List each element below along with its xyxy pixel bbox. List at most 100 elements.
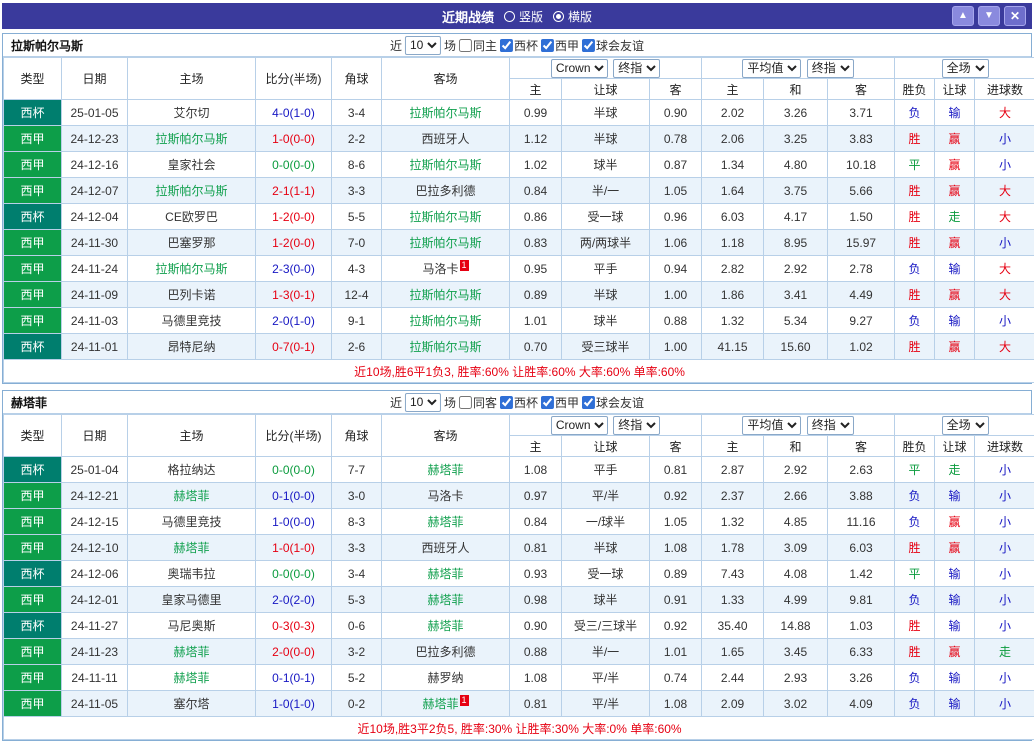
team-link[interactable]: 西班牙人 xyxy=(421,132,469,146)
avg-odds-stage-select[interactable]: 终指 xyxy=(807,59,854,78)
team-link[interactable]: 赫塔菲 xyxy=(427,463,463,477)
match-count-select[interactable]: 10 xyxy=(405,393,441,412)
same-venue-input[interactable] xyxy=(459,39,472,52)
team-link[interactable]: 赫塔菲 xyxy=(422,697,458,711)
score-cell[interactable]: 2-3(0-0) xyxy=(256,256,332,282)
avg-odds-select[interactable]: 平均值 xyxy=(742,59,801,78)
avg-away-odds-cell: 6.33 xyxy=(828,639,895,665)
team-link[interactable]: 艾尔切 xyxy=(173,106,209,120)
team-link[interactable]: 赫塔菲 xyxy=(173,671,209,685)
score-cell[interactable]: 0-0(0-0) xyxy=(256,457,332,483)
team-link[interactable]: 昂特尼纳 xyxy=(167,340,215,354)
close-button[interactable]: ✕ xyxy=(1004,6,1026,26)
team-link[interactable]: 巴拉多利德 xyxy=(415,645,475,659)
league-checkbox-liga[interactable]: 西甲 xyxy=(541,37,579,54)
team-link[interactable]: 拉斯帕尔马斯 xyxy=(409,158,481,172)
team-link[interactable]: 马洛卡 xyxy=(422,262,458,276)
match-count-select[interactable]: 10 xyxy=(405,36,441,55)
score-cell[interactable]: 0-7(0-1) xyxy=(256,334,332,360)
score-cell[interactable]: 1-0(1-0) xyxy=(256,691,332,717)
league-liga-input[interactable] xyxy=(541,396,554,409)
team-link[interactable]: 巴拉多利德 xyxy=(415,184,475,198)
team-link[interactable]: 拉斯帕尔马斯 xyxy=(155,262,227,276)
league-friendly-input[interactable] xyxy=(582,396,595,409)
team-link[interactable]: 赫塔菲 xyxy=(427,619,463,633)
same-venue-checkbox[interactable]: 同客 xyxy=(459,394,497,411)
odds-source-select[interactable]: Crown xyxy=(551,416,608,435)
team-link[interactable]: 塞尔塔 xyxy=(173,697,209,711)
team-link[interactable]: 拉斯帕尔马斯 xyxy=(409,210,481,224)
radio-horizontal-layout[interactable]: 横版 xyxy=(553,8,592,25)
team-link[interactable]: 巴塞罗那 xyxy=(167,236,215,250)
team-link[interactable]: 西班牙人 xyxy=(421,541,469,555)
team-link[interactable]: 奥瑞韦拉 xyxy=(167,567,215,581)
team-link[interactable]: CE欧罗巴 xyxy=(165,210,218,224)
score-cell[interactable]: 0-3(0-3) xyxy=(256,613,332,639)
score-cell[interactable]: 1-2(0-0) xyxy=(256,230,332,256)
team-link[interactable]: 马德里竞技 xyxy=(161,515,221,529)
team-link[interactable]: 拉斯帕尔马斯 xyxy=(155,132,227,146)
score-cell[interactable]: 2-0(0-0) xyxy=(256,639,332,665)
team-link[interactable]: 拉斯帕尔马斯 xyxy=(155,184,227,198)
team-link[interactable]: 巴列卡诺 xyxy=(167,288,215,302)
team-link[interactable]: 拉斯帕尔马斯 xyxy=(409,106,481,120)
score-cell[interactable]: 4-0(1-0) xyxy=(256,100,332,126)
radio-vertical-layout[interactable]: 竖版 xyxy=(504,8,543,25)
league-cup-input[interactable] xyxy=(500,39,513,52)
score-cell[interactable]: 0-1(0-1) xyxy=(256,665,332,691)
match-date-cell: 24-12-16 xyxy=(62,152,128,178)
match-scope-select[interactable]: 全场 xyxy=(942,416,989,435)
score-cell[interactable]: 1-2(0-0) xyxy=(256,204,332,230)
team-link[interactable]: 赫塔菲 xyxy=(173,541,209,555)
team-link[interactable]: 马德里竞技 xyxy=(161,314,221,328)
odds-source-select[interactable]: Crown xyxy=(551,59,608,78)
score-cell[interactable]: 2-0(2-0) xyxy=(256,587,332,613)
avg-away-odds-cell: 3.88 xyxy=(828,483,895,509)
team-link[interactable]: 拉斯帕尔马斯 xyxy=(409,236,481,250)
team-link[interactable]: 皇家马德里 xyxy=(161,593,221,607)
score-cell[interactable]: 0-1(0-0) xyxy=(256,483,332,509)
avg-odds-stage-select[interactable]: 终指 xyxy=(807,416,854,435)
league-type-cell: 西甲 xyxy=(4,691,62,717)
odds-stage-select[interactable]: 终指 xyxy=(613,59,660,78)
match-scope-select[interactable]: 全场 xyxy=(942,59,989,78)
league-checkbox-friendly[interactable]: 球会友谊 xyxy=(582,37,644,54)
move-up-button[interactable]: ▲ xyxy=(952,6,974,26)
same-venue-checkbox[interactable]: 同主 xyxy=(459,37,497,54)
league-checkbox-cup[interactable]: 西杯 xyxy=(500,37,538,54)
team-link[interactable]: 赫塔菲 xyxy=(427,567,463,581)
team-link[interactable]: 皇家社会 xyxy=(167,158,215,172)
avg-odds-select[interactable]: 平均值 xyxy=(742,416,801,435)
team-link[interactable]: 拉斯帕尔马斯 xyxy=(409,314,481,328)
league-friendly-input[interactable] xyxy=(582,39,595,52)
move-down-button[interactable]: ▼ xyxy=(978,6,1000,26)
score-cell[interactable]: 1-0(0-0) xyxy=(256,509,332,535)
away-team-cell: 拉斯帕尔马斯 xyxy=(382,334,510,360)
league-liga-input[interactable] xyxy=(541,39,554,52)
team-link[interactable]: 赫塔菲 xyxy=(173,489,209,503)
team-link[interactable]: 拉斯帕尔马斯 xyxy=(409,340,481,354)
score-cell[interactable]: 0-0(0-0) xyxy=(256,561,332,587)
team-link[interactable]: 马洛卡 xyxy=(427,489,463,503)
team-link[interactable]: 赫罗纳 xyxy=(427,671,463,685)
score-cell[interactable]: 0-0(0-0) xyxy=(256,152,332,178)
score-cell[interactable]: 1-0(0-0) xyxy=(256,126,332,152)
score-cell[interactable]: 2-1(1-1) xyxy=(256,178,332,204)
league-cup-input[interactable] xyxy=(500,396,513,409)
league-checkbox-cup[interactable]: 西杯 xyxy=(500,394,538,411)
team-link[interactable]: 格拉纳达 xyxy=(167,463,215,477)
team-link[interactable]: 赫塔菲 xyxy=(173,645,209,659)
team-link[interactable]: 赫塔菲 xyxy=(427,593,463,607)
league-checkbox-liga[interactable]: 西甲 xyxy=(541,394,579,411)
same-venue-label: 同主 xyxy=(473,37,497,54)
team-link[interactable]: 马尼奥斯 xyxy=(167,619,215,633)
team-link[interactable]: 赫塔菲 xyxy=(427,515,463,529)
league-checkbox-friendly[interactable]: 球会友谊 xyxy=(582,394,644,411)
score-cell[interactable]: 2-0(1-0) xyxy=(256,308,332,334)
match-row: 西甲24-11-03马德里竞技2-0(1-0)9-1拉斯帕尔马斯1.01球半0.… xyxy=(4,308,1034,334)
score-cell[interactable]: 1-3(0-1) xyxy=(256,282,332,308)
same-venue-input[interactable] xyxy=(459,396,472,409)
team-link[interactable]: 拉斯帕尔马斯 xyxy=(409,288,481,302)
odds-stage-select[interactable]: 终指 xyxy=(613,416,660,435)
score-cell[interactable]: 1-0(1-0) xyxy=(256,535,332,561)
